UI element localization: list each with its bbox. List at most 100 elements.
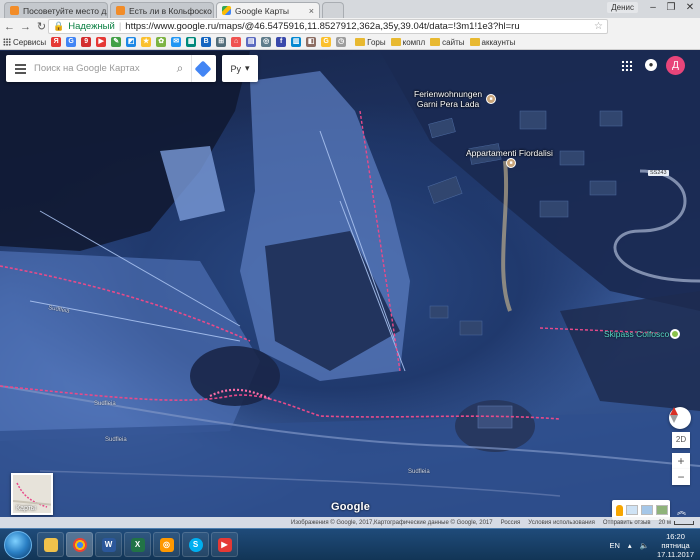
road-label: Sudfleia <box>408 469 430 475</box>
language-label: Ру <box>230 63 241 74</box>
directions-icon[interactable] <box>191 55 213 82</box>
new-tab-button[interactable] <box>322 2 344 18</box>
profile-name[interactable]: Денис <box>607 2 638 13</box>
lock-icon[interactable]: 🔒 <box>53 21 64 32</box>
taskbar-word[interactable]: W <box>95 532 122 557</box>
apps-grid-icon <box>3 38 11 46</box>
layer-thumbnail[interactable] <box>641 505 653 515</box>
skype-icon: S <box>188 537 203 552</box>
g-icon[interactable]: G <box>321 37 332 47</box>
folder-icon <box>390 38 401 46</box>
vk-icon[interactable]: B <box>201 37 212 47</box>
expand-icon[interactable]: ︽ <box>677 504 686 517</box>
tab-forum-1[interactable]: Посоветуйте место для × <box>4 2 108 18</box>
chart-icon[interactable]: ◩ <box>126 37 137 47</box>
airbnb-icon[interactable]: ⌂ <box>231 37 242 47</box>
bookmark-folder[interactable]: сайты <box>430 38 465 47</box>
google-icon[interactable]: G <box>66 37 77 47</box>
place-label[interactable]: Ferienwohnungen Garni Pera Lada <box>414 89 482 109</box>
leaf-icon[interactable]: ✿ <box>156 37 167 47</box>
map-canvas[interactable]: ⌕ Ру ▾ ● Д Ferienwohnungen Garni Pera La… <box>0 51 700 528</box>
taskbar-player[interactable]: ▶ <box>211 532 238 557</box>
bookmark-folder[interactable]: компл <box>390 37 426 47</box>
map-type-toggle[interactable]: Карты <box>11 473 53 515</box>
clock-date: 17.11.2017 <box>657 549 694 559</box>
hotel-icon[interactable]: ■ <box>486 94 496 104</box>
shop-icon[interactable]: ⊞ <box>216 37 227 47</box>
tab-google-maps[interactable]: Google Карты × <box>216 2 320 18</box>
taskbar-skype[interactable]: S <box>182 532 209 557</box>
google-logo: Google <box>331 501 371 513</box>
account-avatar[interactable]: Д <box>666 56 685 75</box>
bag-icon[interactable]: ◧ <box>306 37 317 47</box>
star-icon[interactable]: ★ <box>141 37 152 47</box>
bookmark-star-icon[interactable]: ☆ <box>594 21 603 32</box>
attribution: Изображения © Google, 2017,Картографичес… <box>290 519 493 526</box>
bookmark-folder[interactable]: аккаунты <box>469 37 516 47</box>
view-2d-button[interactable]: 2D <box>672 432 690 448</box>
country-link[interactable]: Россия <box>501 520 521 526</box>
layer-thumbnail[interactable] <box>626 505 638 515</box>
folder-icon <box>430 38 441 46</box>
volume-icon[interactable]: 🔈 <box>640 541 649 550</box>
bookmark-label: аккаунты <box>481 37 516 47</box>
mail-icon[interactable]: ✉ <box>171 37 182 47</box>
ski-place-label[interactable]: Skipass Colfosco <box>604 329 669 339</box>
ski-pin-icon[interactable] <box>670 329 680 339</box>
window-close-icon[interactable]: ✕ <box>681 0 699 16</box>
map-icon[interactable]: ▦ <box>186 37 197 47</box>
search-icon[interactable]: ⌕ <box>169 61 191 76</box>
close-icon[interactable]: × <box>309 6 314 16</box>
notifications-icon[interactable]: ● <box>645 59 657 71</box>
bookmark-label: Горы <box>367 37 386 47</box>
book-icon[interactable]: ▤ <box>246 37 257 47</box>
minimize-icon[interactable]: – <box>644 0 662 16</box>
clock-icon[interactable]: ◷ <box>336 37 347 47</box>
taskbar-excel[interactable]: X <box>124 532 151 557</box>
minimap-label: Карты <box>16 505 36 512</box>
start-button[interactable] <box>4 531 32 559</box>
youtube-icon[interactable]: ▶ <box>96 37 107 47</box>
menu-icon[interactable] <box>6 55 34 82</box>
taskbar-explorer[interactable] <box>37 532 64 557</box>
hotel-icon[interactable]: ■ <box>506 158 516 168</box>
layer-thumbnail[interactable] <box>656 505 668 515</box>
google-apps-icon[interactable] <box>621 60 633 72</box>
place-label[interactable]: Appartamenti Fiordalisi <box>466 148 553 158</box>
pin-icon[interactable]: 9 <box>81 37 92 47</box>
bookmark-apps[interactable]: Сервисы <box>3 38 46 47</box>
road-label: Sudfleia <box>94 401 116 407</box>
docs-icon[interactable]: ▥ <box>291 37 302 47</box>
terms-link[interactable]: Условия использования <box>528 520 595 526</box>
yandex-icon[interactable]: Я <box>51 37 62 47</box>
language-indicator[interactable]: EN <box>609 541 619 550</box>
compass-icon[interactable] <box>669 407 691 429</box>
reload-icon[interactable]: ↻ <box>35 20 48 33</box>
bookmark-folder[interactable]: Горы <box>355 37 386 47</box>
back-icon[interactable]: ← <box>3 21 16 33</box>
clock-time: 16:20 <box>666 531 685 541</box>
tab-title: Есть ли в Кольфоско ра <box>129 5 213 16</box>
tray-arrow-icon[interactable]: ▴ <box>628 541 632 550</box>
chart-icon[interactable]: ✎ <box>111 37 122 47</box>
feedback-link[interactable]: Отправить отзыв <box>603 520 651 526</box>
taskbar-app[interactable]: ◎ <box>153 532 180 557</box>
pegman-icon[interactable] <box>616 504 623 516</box>
clock-weekday: пятница <box>661 540 690 550</box>
clock[interactable]: 16:20 пятница 17.11.2017 <box>657 532 694 559</box>
taskbar-chrome[interactable] <box>66 532 93 557</box>
zoom-in-button[interactable]: + <box>672 453 690 469</box>
map-footer: Изображения © Google, 2017,Картографичес… <box>0 517 700 528</box>
folder-icon <box>355 38 366 46</box>
tab-forum-2[interactable]: Есть ли в Кольфоско ра × <box>110 2 214 18</box>
facebook-icon[interactable]: f <box>276 37 287 47</box>
globe-icon[interactable]: ◎ <box>261 37 272 47</box>
zoom-out-button[interactable]: − <box>672 469 690 485</box>
forward-icon[interactable]: → <box>19 21 32 33</box>
scale-bar[interactable]: 20 м <box>659 520 694 526</box>
bookmark-label: компл <box>402 37 426 47</box>
url-field[interactable]: 🔒 Надежный | https://www.google.ru/maps/… <box>48 19 608 34</box>
maximize-icon[interactable]: ❐ <box>662 0 680 16</box>
search-input[interactable] <box>34 63 169 74</box>
language-button[interactable]: Ру ▾ <box>222 55 258 82</box>
